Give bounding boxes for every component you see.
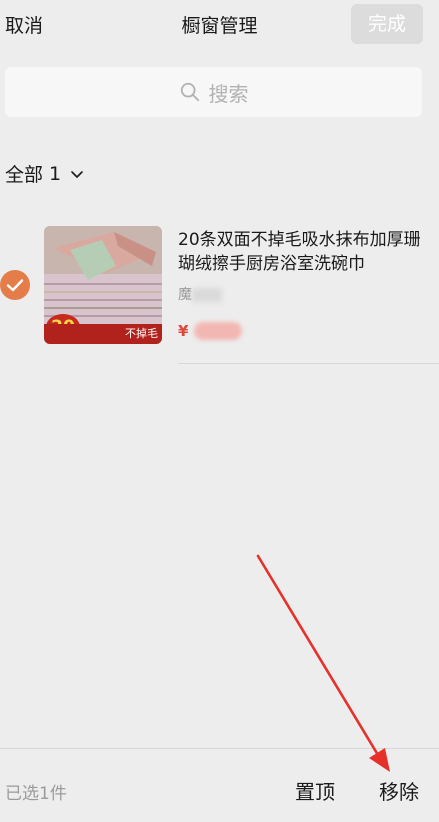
list-item[interactable]: 20 不掉毛 20条双面不掉毛吸水抹布加厚珊瑚绒擦手厨房浴室洗碗巾 魔 ¥: [0, 214, 439, 364]
price-currency-symbol: ¥: [178, 322, 189, 340]
blurred-price: [194, 322, 243, 340]
product-thumbnail[interactable]: 20 不掉毛: [44, 226, 162, 344]
filter-count: 1: [49, 162, 62, 185]
search-inner: 搜索: [5, 67, 422, 117]
selection-checkbox[interactable]: [0, 270, 30, 300]
selected-count: 已选1件: [5, 784, 67, 804]
shop-name-visible: 魔: [178, 287, 192, 303]
search-input[interactable]: 搜索: [5, 67, 422, 117]
search-area: 搜索: [0, 50, 439, 134]
bottom-action-bar: 已选1件 置顶 移除: [0, 748, 439, 822]
check-icon: [6, 279, 24, 292]
thumbnail-caption: 不掉毛: [44, 324, 162, 344]
blurred-shop-name: [192, 288, 222, 302]
product-list-area: 全部 1 20 不掉毛: [0, 134, 439, 748]
row-divider: [178, 363, 439, 364]
pin-to-top-button[interactable]: 置顶: [295, 776, 335, 805]
search-placeholder: 搜索: [208, 81, 249, 106]
filter-label: 全部: [5, 164, 44, 186]
done-button[interactable]: 完成: [351, 4, 423, 44]
product-title[interactable]: 20条双面不掉毛吸水抹布加厚珊瑚绒擦手厨房浴室洗碗巾: [178, 228, 422, 276]
top-bar: 取消 橱窗管理 完成: [0, 0, 439, 50]
shop-name: 魔: [178, 284, 222, 304]
chevron-down-icon: [71, 170, 83, 178]
product-price: ¥: [178, 322, 243, 340]
filter-dropdown[interactable]: 全部 1: [5, 160, 85, 187]
search-icon: [180, 82, 199, 102]
remove-button[interactable]: 移除: [379, 776, 419, 805]
